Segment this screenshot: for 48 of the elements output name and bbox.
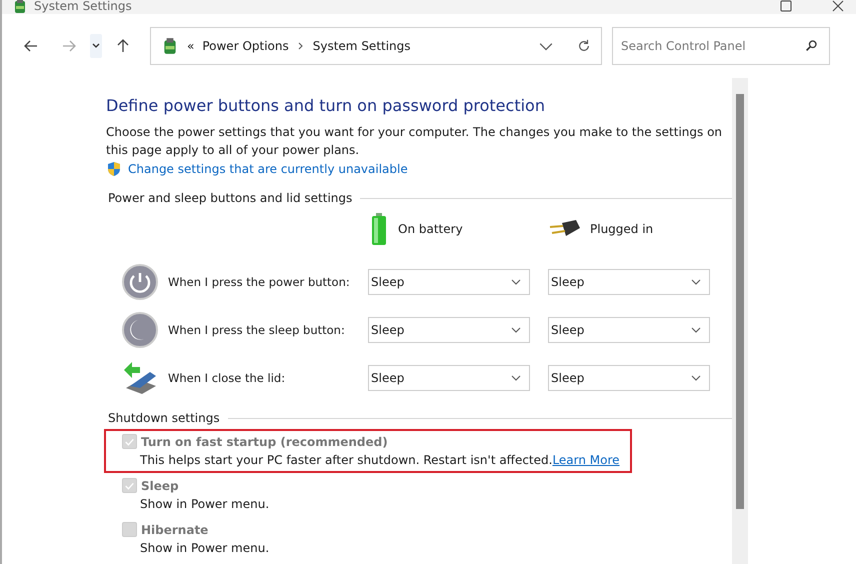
setting-label: When I press the power button: <box>168 275 350 289</box>
scrollbar[interactable] <box>732 78 748 564</box>
back-arrow-icon[interactable] <box>23 38 39 54</box>
dropdown[interactable]: Sleep <box>548 365 710 391</box>
chevron-down-icon <box>691 325 701 335</box>
chevron-down-icon <box>511 373 521 383</box>
section-title: Shutdown settings <box>108 411 220 425</box>
dropdown[interactable]: Sleep <box>548 269 710 295</box>
section-title: Power and sleep buttons and lid settings <box>108 191 352 205</box>
setting-label: When I close the lid: <box>168 371 286 385</box>
window-title: System Settings <box>34 0 132 13</box>
recent-dropdown-icon[interactable] <box>90 33 102 59</box>
dropdown[interactable]: Sleep <box>548 317 710 343</box>
intro-text: Choose the power settings that you want for your computer. The changes you make to the settings on this page apply to all of your power plans. <box>106 124 724 159</box>
power-icon <box>122 264 158 300</box>
setting-label: When I press the sleep button: <box>168 323 346 337</box>
close-icon[interactable] <box>832 0 844 12</box>
column-header: On battery <box>398 222 463 236</box>
chevron-down-icon <box>511 277 521 287</box>
plug-icon <box>548 219 582 239</box>
sleep-moon-icon <box>122 312 158 348</box>
laptop-lid-icon <box>122 360 158 396</box>
chevron-down-icon <box>691 277 701 287</box>
refresh-icon[interactable] <box>577 39 591 53</box>
option-label: Hibernate <box>141 522 208 536</box>
search-field[interactable]: Search Control Panel <box>612 27 830 65</box>
dropdown[interactable]: Sleep <box>368 269 530 295</box>
chevron-down-icon <box>511 325 521 335</box>
dropdown[interactable]: Sleep <box>368 317 530 343</box>
chevron-down-icon <box>691 373 701 383</box>
address-bar[interactable]: « Power Options System Settings <box>150 27 602 65</box>
page-heading: Define power buttons and turn on password protection <box>106 96 546 115</box>
chevron-right-icon <box>296 42 305 50</box>
option-description: Show in Power menu. <box>139 541 270 555</box>
dropdown[interactable]: Sleep <box>368 365 530 391</box>
overflow-chevron[interactable]: « <box>187 39 194 53</box>
option-label: Turn on fast startup (recommended) <box>141 434 388 448</box>
change-settings-link[interactable]: Change settings that are currently unavailable <box>128 162 408 176</box>
shield-icon <box>106 161 122 177</box>
breadcrumb[interactable]: Power Options <box>202 39 289 53</box>
option-label: Sleep <box>141 478 179 492</box>
option-description: This helps start your PC faster after shutdown. Restart isn't affected.Learn More <box>139 453 621 467</box>
column-header: Plugged in <box>590 222 654 236</box>
search-icon <box>805 39 818 52</box>
up-arrow-icon[interactable] <box>115 38 131 54</box>
maximize-icon[interactable] <box>780 0 792 12</box>
option-description: Show in Power menu. <box>139 497 270 511</box>
breadcrumb[interactable]: System Settings <box>312 39 411 53</box>
